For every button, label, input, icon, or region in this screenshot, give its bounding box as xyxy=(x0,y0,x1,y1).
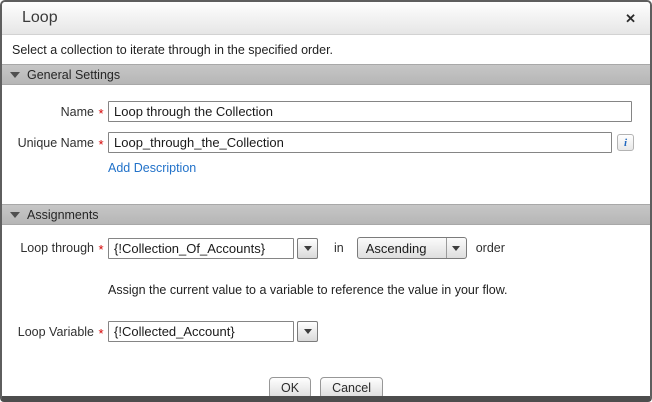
in-text: in xyxy=(334,241,344,255)
required-asterisk: * xyxy=(94,134,108,152)
section-header-general-settings[interactable]: General Settings xyxy=(2,64,650,85)
ok-button[interactable]: OK xyxy=(269,377,311,399)
name-input[interactable] xyxy=(108,101,632,122)
dialog-title: Loop xyxy=(22,9,58,27)
loop-through-row: Loop through * in Ascending order xyxy=(2,237,650,259)
loop-variable-row: Loop Variable * xyxy=(2,321,650,342)
order-select-value: Ascending xyxy=(358,241,446,256)
loop-dialog: Loop ✕ Select a collection to iterate th… xyxy=(0,0,652,402)
dialog-footer: OK Cancel xyxy=(2,377,650,399)
loop-through-dropdown-button[interactable] xyxy=(297,238,318,259)
loop-variable-dropdown-button[interactable] xyxy=(297,321,318,342)
assign-hint-text: Assign the current value to a variable t… xyxy=(108,283,650,297)
collapse-triangle-icon[interactable] xyxy=(10,72,20,78)
loop-through-label: Loop through xyxy=(2,241,94,255)
unique-name-label: Unique Name xyxy=(2,136,94,150)
dropdown-arrow-icon xyxy=(304,246,312,251)
dialog-description: Select a collection to iterate through i… xyxy=(2,35,650,64)
required-asterisk: * xyxy=(94,239,108,257)
add-description-link[interactable]: Add Description xyxy=(108,161,196,175)
collapse-triangle-icon[interactable] xyxy=(10,212,20,218)
dialog-titlebar: Loop ✕ xyxy=(2,2,650,35)
section-title-general-settings: General Settings xyxy=(27,68,120,82)
unique-name-input[interactable] xyxy=(108,132,612,153)
name-row: Name * xyxy=(2,101,650,122)
add-description-row: Add Description xyxy=(108,159,650,177)
unique-name-row: Unique Name * i xyxy=(2,132,650,153)
name-label: Name xyxy=(2,105,94,119)
cancel-button[interactable]: Cancel xyxy=(320,377,383,399)
dropdown-arrow-icon xyxy=(304,329,312,334)
order-text: order xyxy=(476,241,505,255)
close-icon[interactable]: ✕ xyxy=(625,12,636,25)
loop-variable-input[interactable] xyxy=(108,321,294,342)
info-icon[interactable]: i xyxy=(617,134,634,151)
required-asterisk: * xyxy=(94,323,108,341)
section-title-assignments: Assignments xyxy=(27,208,99,222)
dropdown-arrow-icon xyxy=(452,246,460,251)
loop-through-input[interactable] xyxy=(108,238,294,259)
order-select[interactable]: Ascending xyxy=(357,237,467,259)
loop-variable-label: Loop Variable xyxy=(2,325,94,339)
order-select-arrow-area[interactable] xyxy=(446,238,466,258)
section-header-assignments[interactable]: Assignments xyxy=(2,204,650,225)
required-asterisk: * xyxy=(94,103,108,121)
